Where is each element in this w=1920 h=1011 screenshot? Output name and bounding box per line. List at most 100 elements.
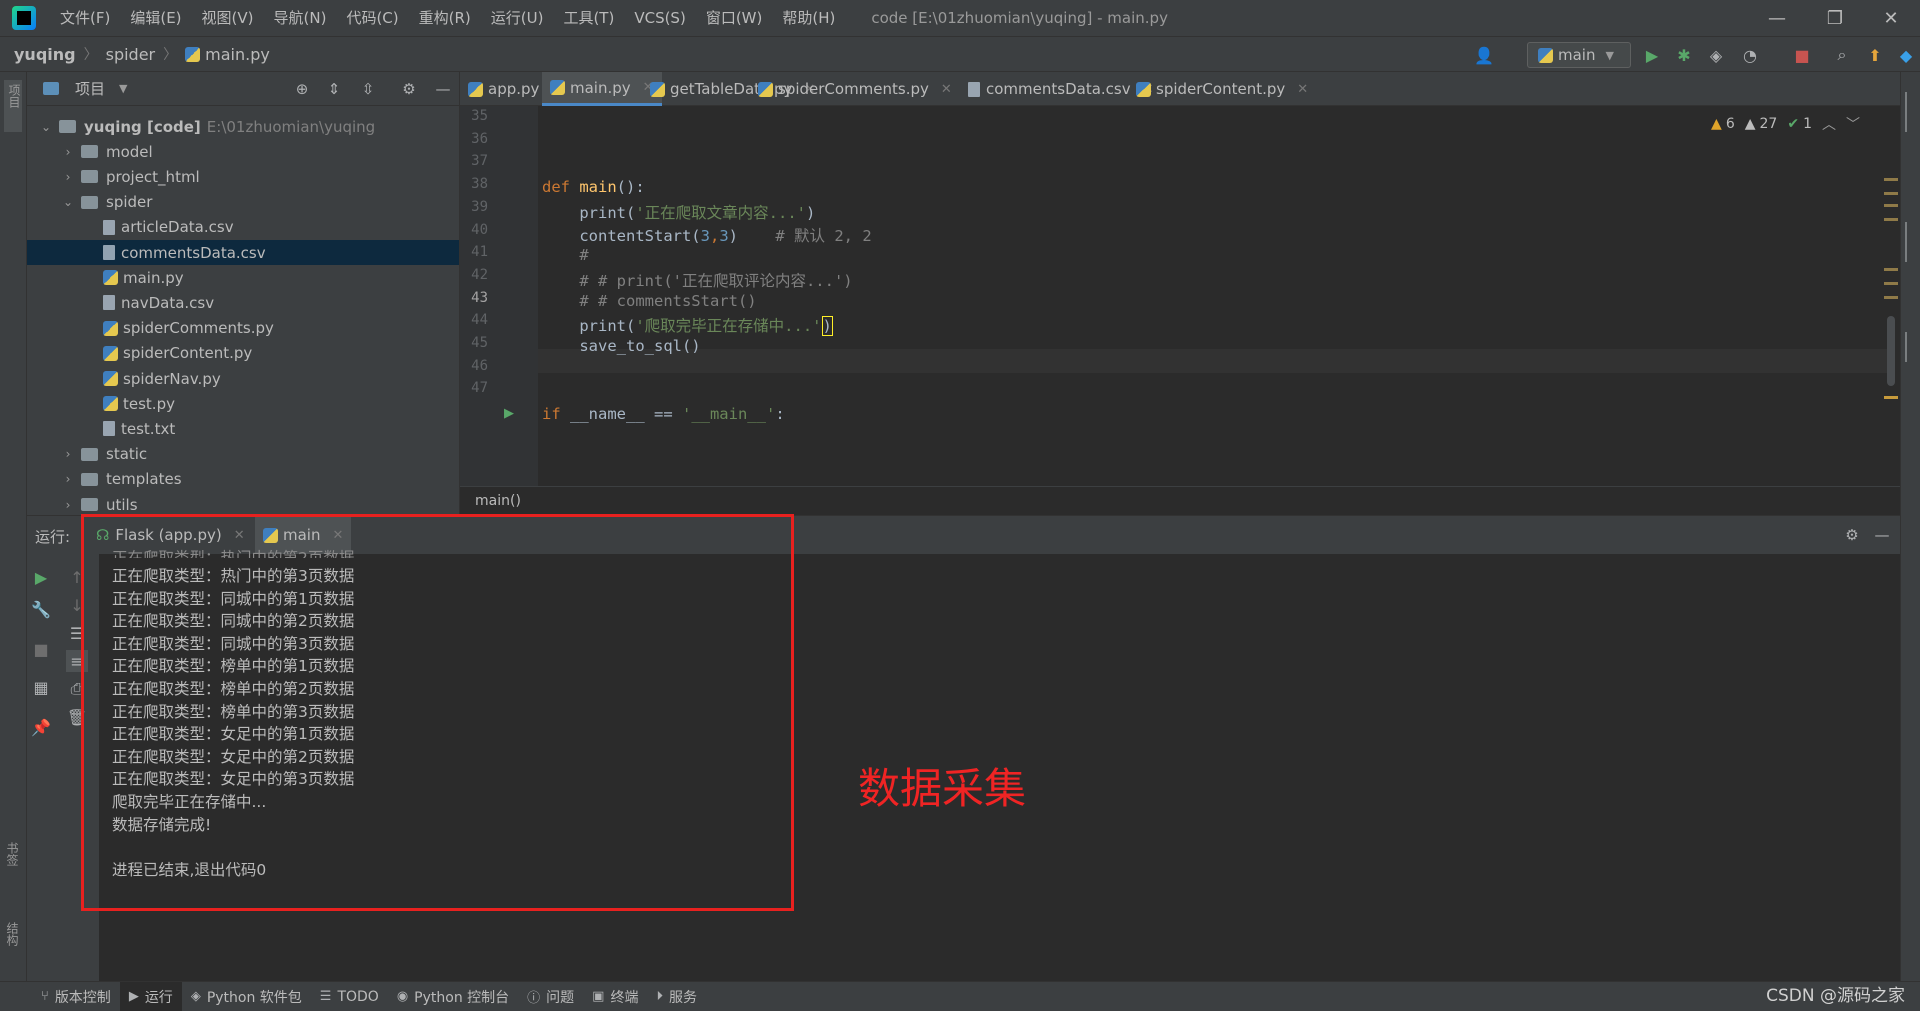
close-window-button[interactable]: ✕ [1862, 0, 1920, 36]
profile-icon[interactable]: ◔ [1740, 45, 1760, 65]
code-line-43[interactable]: print('爬取完毕正在存储中...') [542, 314, 833, 336]
close-icon[interactable]: ✕ [941, 82, 952, 97]
tree-item[interactable]: ⌄ spider [27, 190, 459, 215]
status-vcs[interactable]: ⑂ 版本控制 [32, 982, 120, 1011]
chevron-right-icon[interactable]: › [61, 170, 75, 184]
pin-icon[interactable]: 📌 [30, 716, 52, 738]
editor-scrollbar-thumb[interactable] [1887, 316, 1895, 386]
chevron-down-icon[interactable]: ▼ [119, 82, 127, 95]
code-line-40[interactable]: # [542, 246, 588, 264]
user-icon[interactable]: 👤 [1474, 45, 1494, 65]
run-icon[interactable]: ▶ [1642, 45, 1662, 65]
menu-window[interactable]: 窗口(W) [696, 0, 773, 36]
sciview-tool-icon[interactable] [1905, 222, 1916, 262]
menu-view[interactable]: 视图(V) [192, 0, 264, 36]
chevron-down-icon[interactable]: ⌄ [61, 195, 75, 209]
code-line-44[interactable]: save_to_sql() [542, 337, 700, 355]
code-line-37[interactable]: def main(): [542, 178, 645, 196]
bookmarks-tool-label[interactable]: 书签 [4, 842, 21, 866]
restore-button[interactable]: ❐ [1806, 0, 1864, 36]
run-configuration-select[interactable]: main ▼ [1527, 42, 1631, 68]
breadcrumb-folder[interactable]: spider [102, 45, 160, 64]
menu-tools[interactable]: 工具(T) [553, 0, 624, 36]
status-vcs-label: 版本控制 [54, 989, 111, 1006]
tree-item[interactable]: spiderNav.py [27, 366, 459, 391]
tree-item[interactable]: spiderComments.py [27, 316, 459, 341]
close-icon[interactable]: ✕ [1297, 82, 1308, 97]
chevron-right-icon[interactable]: › [61, 472, 75, 486]
structure-tool-label[interactable]: 结构 [4, 922, 21, 946]
code-breadcrumb[interactable]: main() [460, 486, 1900, 515]
tree-item[interactable]: › static [27, 442, 459, 467]
tree-item[interactable]: › project_html [27, 164, 459, 189]
database-tool-icon[interactable] [1905, 92, 1916, 132]
code-line-47[interactable]: if __name__ == '__main__': [542, 405, 785, 423]
menu-edit[interactable]: 编辑(E) [120, 0, 191, 36]
notifications-tool-icon[interactable] [1905, 332, 1916, 362]
status-todo[interactable]: ☰ TODO [311, 982, 388, 1011]
tree-item[interactable]: commentsData.csv [27, 240, 459, 265]
code-line-39[interactable]: contentStart(3,3) # 默认 2, 2 [542, 224, 871, 246]
tree-item[interactable]: test.py [27, 391, 459, 416]
locate-file-icon[interactable]: ⊕ [293, 80, 311, 98]
project-tool-button[interactable]: 项目 [4, 80, 22, 132]
menu-code[interactable]: 代码(C) [336, 0, 408, 36]
chevron-up-icon[interactable]: ︿ [1822, 114, 1836, 134]
gear-icon[interactable]: ⚙ [1843, 526, 1861, 544]
run-gutter-icon[interactable]: ▶ [504, 406, 514, 421]
chevron-right-icon[interactable]: › [61, 498, 75, 512]
stripe-mark [1884, 218, 1898, 221]
rerun-icon[interactable]: ▶ [30, 566, 52, 588]
stop-icon[interactable]: ■ [1792, 45, 1812, 65]
menu-navigate[interactable]: 导航(N) [264, 0, 337, 36]
breadcrumb-file[interactable]: main.py [181, 45, 274, 64]
stop-icon[interactable]: ■ [30, 638, 52, 660]
gear-icon[interactable]: ⚙ [400, 80, 418, 98]
menu-refactor[interactable]: 重构(R) [409, 0, 481, 36]
tree-item[interactable]: spiderContent.py [27, 341, 459, 366]
chevron-right-icon[interactable]: › [61, 447, 75, 461]
plugin-icon[interactable]: ◆ [1896, 45, 1916, 65]
project-panel-title[interactable]: 项目 [75, 78, 105, 99]
chevron-down-icon[interactable]: ⌄ [39, 120, 53, 134]
tree-item[interactable]: articleData.csv [27, 215, 459, 240]
editor-tab[interactable]: spiderComments.py ✕ [750, 72, 960, 106]
update-icon[interactable]: ⬆ [1865, 45, 1885, 65]
menu-help[interactable]: 帮助(H) [772, 0, 845, 36]
error-stripe[interactable] [1884, 106, 1898, 486]
tree-item[interactable]: test.txt [27, 416, 459, 441]
menu-vcs[interactable]: VCS(S) [624, 0, 695, 36]
chevron-down-icon[interactable]: ﹀ [1846, 114, 1860, 134]
status-services[interactable]: ⏵ 服务 [647, 982, 706, 1011]
menu-run[interactable]: 运行(U) [481, 0, 554, 36]
hide-panel-icon[interactable]: — [434, 80, 452, 98]
status-python-console[interactable]: ◉ Python 控制台 [388, 982, 518, 1011]
tree-item[interactable]: › templates [27, 467, 459, 492]
inspection-widget[interactable]: ▲ 6 ▲ 27 ✔ 1 ︿ ﹀ [1711, 114, 1860, 134]
layout-icon[interactable]: ▦ [30, 676, 52, 698]
menu-file[interactable]: 文件(F) [50, 0, 120, 36]
breadcrumb-project[interactable]: yuqing [0, 45, 80, 64]
status-run[interactable]: ▶ 运行 [119, 981, 182, 1011]
search-icon[interactable]: ⌕ [1832, 45, 1852, 65]
debug-icon[interactable]: ✱ [1674, 45, 1694, 65]
status-python-packages[interactable]: ◈ Python 软件包 [182, 982, 311, 1011]
tree-item[interactable]: › model [27, 139, 459, 164]
tree-item[interactable]: ⌄ yuqing [code] E:\01zhuomian\yuqing [27, 114, 459, 139]
status-problems[interactable]: ⓘ 问题 [518, 982, 583, 1011]
folder-icon [81, 447, 98, 461]
collapse-all-icon[interactable]: ⇳ [359, 80, 377, 98]
code-line-42[interactable]: # # commentsStart() [542, 292, 756, 310]
hide-panel-icon[interactable]: — [1873, 526, 1891, 544]
status-terminal[interactable]: ▣ 终端 [583, 982, 647, 1011]
minimize-button[interactable]: — [1748, 0, 1806, 36]
expand-all-icon[interactable]: ⇕ [325, 80, 343, 98]
tree-item[interactable]: navData.csv [27, 290, 459, 315]
tree-item[interactable]: main.py [27, 265, 459, 290]
coverage-icon[interactable]: ◈ [1706, 45, 1726, 65]
code-line-38[interactable]: print('正在爬取文章内容...') [542, 201, 815, 223]
editor-tab[interactable]: spiderContent.py ✕ [1128, 72, 1316, 106]
wrench-icon[interactable]: 🔧 [30, 598, 52, 620]
code-line-41[interactable]: # # print('正在爬取评论内容...') [542, 269, 852, 291]
chevron-right-icon[interactable]: › [61, 145, 75, 159]
